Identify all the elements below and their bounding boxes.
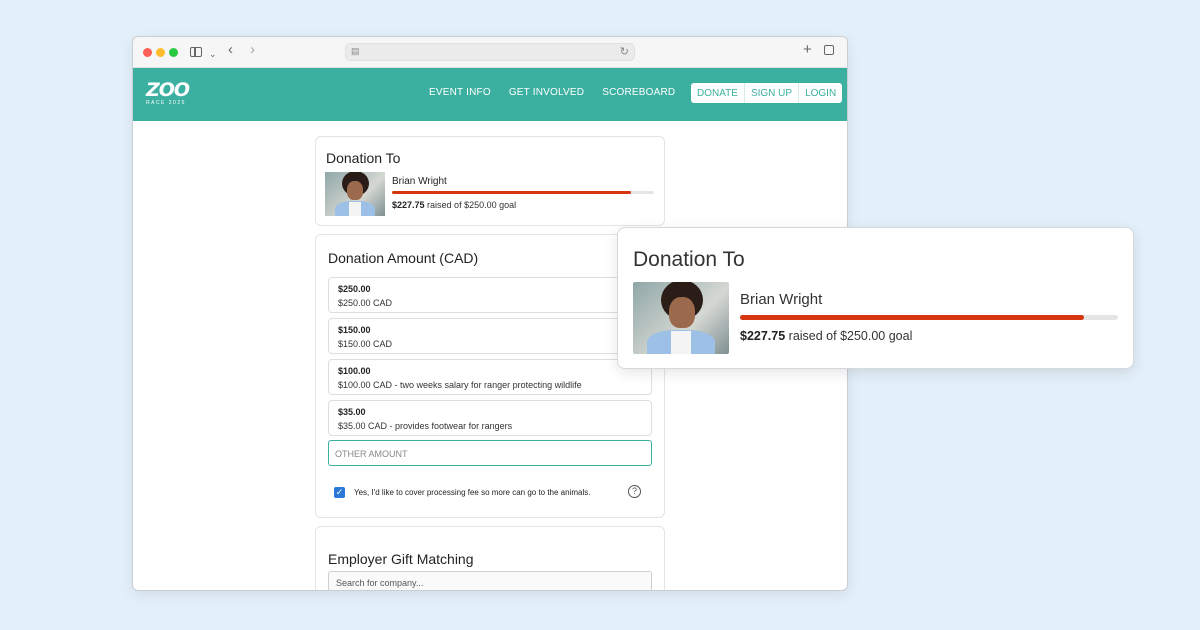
amount-option[interactable]: $35.00 $35.00 CAD - provides footwear fo…	[328, 400, 652, 436]
processing-fee-label: Yes, I'd like to cover processing fee so…	[354, 488, 591, 497]
donation-amount-card: Donation Amount (CAD) $250.00 $250.00 CA…	[315, 234, 665, 518]
raised-goal-text: raised of $250.00 goal	[424, 200, 517, 210]
donate-button[interactable]: DONATE	[691, 83, 745, 103]
other-amount-placeholder: OTHER AMOUNT	[335, 449, 408, 459]
donation-to-card-zoomed: Donation To Brian Wright $227.75 raised …	[617, 227, 1134, 369]
company-search-placeholder: Search for company...	[336, 578, 424, 588]
chevron-down-icon[interactable]: ⌄	[209, 46, 217, 62]
raised-summary: $227.75 raised of $250.00 goal	[740, 329, 912, 343]
tabs-overview-icon[interactable]	[824, 45, 834, 55]
employer-matching-title: Employer Gift Matching	[328, 551, 474, 567]
amount-option[interactable]: $250.00 $250.00 CAD	[328, 277, 652, 313]
nav-scoreboard[interactable]: SCOREBOARD	[602, 87, 675, 98]
amount-option[interactable]: $100.00 $100.00 CAD - two weeks salary f…	[328, 359, 652, 395]
back-arrow-icon[interactable]: ‹	[228, 42, 233, 58]
fundraiser-avatar	[325, 172, 385, 216]
main-nav: EVENT INFO GET INVOLVED SCOREBOARD	[429, 87, 675, 98]
processing-fee-checkbox[interactable]: ✓	[334, 487, 345, 498]
donation-to-title: Donation To	[326, 150, 401, 166]
fundraiser-avatar	[633, 282, 729, 354]
new-tab-icon[interactable]: +	[803, 42, 812, 58]
progress-fill	[392, 191, 631, 194]
nav-get-involved[interactable]: GET INVOLVED	[509, 87, 584, 98]
company-search-input[interactable]: Search for company...	[328, 571, 652, 590]
raised-amount: $227.75	[392, 200, 425, 210]
logo-text: ZOO	[146, 79, 190, 101]
amount-option-desc: $150.00 CAD	[338, 339, 393, 349]
employer-matching-card: Employer Gift Matching Search for compan…	[315, 526, 665, 590]
logo-subtext: RACE 2025	[146, 100, 186, 106]
login-button[interactable]: LOGIN	[799, 83, 842, 103]
progress-bar	[740, 315, 1118, 320]
amount-option-value: $35.00	[338, 407, 366, 417]
raised-goal-text: raised of $250.00 goal	[785, 329, 913, 343]
progress-bar	[392, 191, 654, 194]
minimize-window-button[interactable]	[156, 48, 165, 57]
zoo-race-logo[interactable]: ZOO RACE 2025	[146, 79, 190, 107]
close-window-button[interactable]	[143, 48, 152, 57]
amount-option-desc: $100.00 CAD - two weeks salary for range…	[338, 380, 582, 390]
fundraiser-name: Brian Wright	[740, 291, 823, 308]
amount-option-value: $150.00	[338, 325, 371, 335]
amount-option-desc: $250.00 CAD	[338, 298, 393, 308]
site-header: ZOO RACE 2025 EVENT INFO GET INVOLVED SC…	[133, 68, 847, 121]
forward-arrow-icon[interactable]: ›	[250, 42, 255, 58]
raised-summary: $227.75 raised of $250.00 goal	[392, 200, 516, 210]
sidebar-toggle-icon[interactable]	[190, 47, 202, 57]
other-amount-input[interactable]: OTHER AMOUNT	[328, 440, 652, 466]
donation-to-card: Donation To Brian Wright $227.75 raised …	[315, 136, 665, 226]
progress-fill	[740, 315, 1085, 320]
donation-amount-title: Donation Amount (CAD)	[328, 250, 479, 266]
maximize-window-button[interactable]	[169, 48, 178, 57]
raised-amount: $227.75	[740, 329, 786, 343]
browser-toolbar: ⌄ ‹ › ▤ ↻ +	[133, 37, 847, 68]
sign-up-button[interactable]: SIGN UP	[745, 83, 800, 103]
nav-event-info[interactable]: EVENT INFO	[429, 87, 491, 98]
fundraiser-name: Brian Wright	[392, 176, 447, 187]
donation-to-title: Donation To	[633, 248, 745, 271]
reload-icon[interactable]: ↻	[620, 45, 629, 58]
address-bar[interactable]: ▤ ↻	[345, 43, 635, 61]
auth-buttons: DONATE SIGN UP LOGIN	[691, 83, 843, 103]
amount-option[interactable]: $150.00 $150.00 CAD	[328, 318, 652, 354]
amount-option-value: $100.00	[338, 366, 371, 376]
amount-option-desc: $35.00 CAD - provides footwear for range…	[338, 421, 513, 431]
page-icon: ▤	[351, 46, 360, 56]
help-icon[interactable]: ?	[628, 485, 641, 498]
amount-option-value: $250.00	[338, 284, 371, 294]
